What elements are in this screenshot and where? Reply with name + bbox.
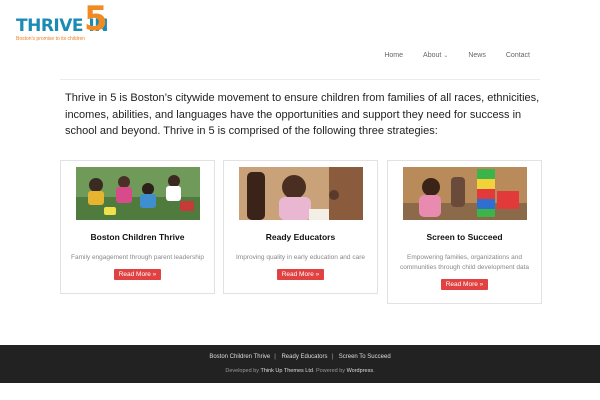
credits-theme-link[interactable]: Think Up Themes Ltd [260, 368, 312, 374]
site-logo[interactable]: THRIVE IN 5 Boston's promise to its chil… [16, 2, 116, 44]
intro-text: Thrive in 5 is Boston’s citywide movemen… [65, 92, 540, 137]
card-description: Family engagement through parent leaders… [71, 254, 204, 261]
footer-link-ready-educators[interactable]: Ready Educators [281, 354, 327, 360]
header-divider [60, 79, 540, 80]
credits-platform-link[interactable]: Wordpress [347, 368, 374, 374]
card-title: Screen to Succeed [426, 232, 503, 242]
card-boston-children-thrive: Boston Children Thrive Family engagement… [60, 160, 215, 294]
read-more-button[interactable]: Read More » [440, 279, 489, 290]
page-bottom-strip [0, 383, 600, 400]
card-image-child-with-blocks[interactable] [402, 167, 527, 220]
credits-end: . [373, 368, 375, 374]
footer-link-screen-to-succeed[interactable]: Screen To Succeed [339, 354, 391, 360]
nav-item-contact[interactable]: Contact [506, 52, 530, 59]
logo-number: 5 [84, 0, 108, 39]
logo-tagline: Boston's promise to its children [16, 36, 86, 42]
footer-separator: | [274, 354, 276, 360]
credits-developed-label: Developed by [225, 368, 260, 374]
main-nav: Home About ⌄ News Contact [364, 52, 530, 59]
card-image-children-playing[interactable] [75, 167, 200, 220]
card-title: Boston Children Thrive [90, 232, 185, 242]
footer-separator: | [331, 354, 334, 360]
site-header: THRIVE IN 5 Boston's promise to its chil… [0, 0, 600, 80]
chevron-down-icon: ⌄ [443, 53, 449, 59]
card-title: Ready Educators [265, 232, 336, 242]
nav-item-news[interactable]: News [468, 52, 486, 59]
credits-powered-label: . Powered by [312, 368, 346, 374]
card-screen-to-succeed: Screen to Succeed Empowering families, o… [387, 160, 542, 304]
read-more-button[interactable]: Read More » [276, 269, 325, 280]
footer-link-boston-children-thrive[interactable]: Boston Children Thrive [209, 354, 270, 360]
footer-nav: Boston Children Thrive | Ready Educators |… [0, 354, 600, 360]
card-description: Empowering families, organizations and c… [400, 254, 529, 271]
nav-item-home[interactable]: Home [384, 52, 403, 59]
site-footer: Boston Children Thrive | Ready Educators |… [0, 345, 600, 383]
card-ready-educators: Ready Educators Improving quality in ear… [223, 160, 378, 294]
nav-item-about[interactable]: About ⌄ [423, 52, 448, 59]
footer-credits: Developed by Think Up Themes Ltd. Powere… [0, 368, 600, 374]
nav-item-about-label: About [423, 52, 442, 59]
read-more-button[interactable]: Read More » [113, 269, 162, 280]
card-description: Improving quality in early education and… [236, 254, 365, 261]
card-image-child-with-educator[interactable] [238, 167, 363, 220]
